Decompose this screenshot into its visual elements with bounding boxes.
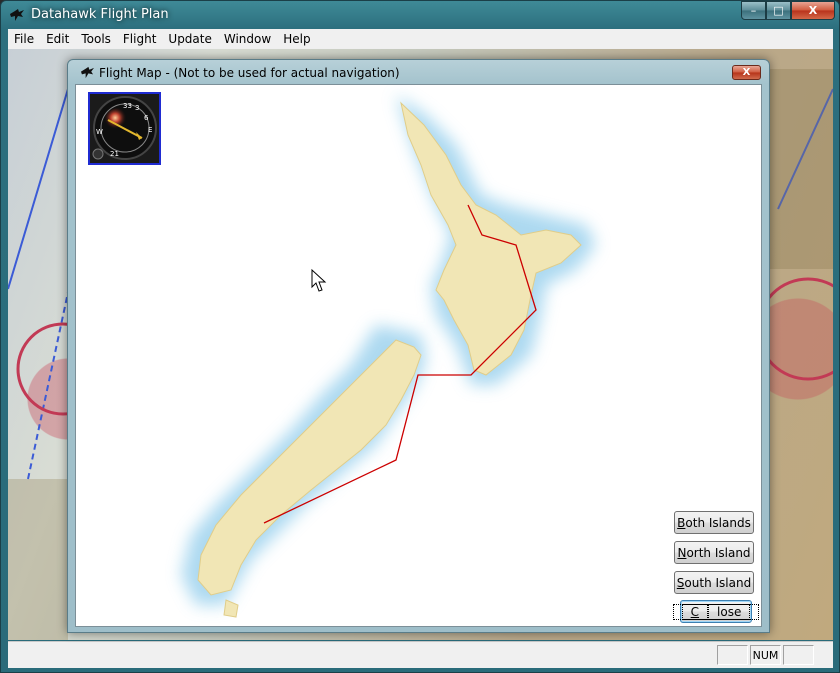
maximize-icon: □: [773, 4, 784, 17]
north-island-mnemonic: N: [677, 545, 687, 560]
compass-mark-21: 21: [110, 150, 119, 158]
status-pane-1: [717, 645, 748, 665]
title-bar[interactable]: Datahawk Flight Plan – □ X: [1, 1, 839, 29]
hawk-icon: [10, 9, 24, 21]
south-island-mnemonic: S: [676, 575, 685, 590]
new-zealand-map: [181, 95, 596, 618]
north-island-label: orth Island: [686, 545, 751, 560]
flight-map-dialog: Flight Map - (Not to be used for actual …: [67, 59, 770, 633]
compass-mark-6: 6: [144, 114, 149, 122]
north-island-land: [400, 101, 582, 376]
menu-flight[interactable]: Flight: [117, 32, 163, 46]
south-island-land: [197, 339, 422, 596]
menu-bar: File Edit Tools Flight Update Window Hel…: [8, 29, 833, 49]
app-window: Datahawk Flight Plan – □ X File Edit Too…: [0, 0, 840, 673]
close-mnemonic: C: [681, 603, 709, 620]
close-button[interactable]: Close: [672, 600, 760, 623]
menu-window[interactable]: Window: [218, 32, 277, 46]
south-island-label: outh Island: [684, 575, 752, 590]
close-icon: X: [808, 4, 818, 17]
window-controls: – □ X: [741, 1, 835, 21]
close-window-button[interactable]: X: [791, 1, 835, 20]
compass-mark-3: 3: [135, 104, 139, 112]
arrow-cursor-icon: [311, 268, 327, 292]
both-islands-mnemonic: B: [677, 515, 686, 530]
menu-update[interactable]: Update: [162, 32, 217, 46]
south-island-button[interactable]: South Island: [674, 571, 754, 594]
app-title: Datahawk Flight Plan: [31, 7, 169, 22]
both-islands-label: oth Islands: [685, 515, 751, 530]
close-label: lose: [708, 603, 751, 620]
close-button-focus: Close: [672, 603, 760, 620]
close-icon: X: [742, 67, 751, 78]
minimize-button[interactable]: –: [741, 1, 766, 20]
compass-mark-w: W: [96, 128, 103, 136]
compass-mark-e: E: [148, 126, 152, 134]
north-island-button[interactable]: North Island: [674, 541, 754, 564]
stewart-island-land: [223, 599, 239, 618]
heading-indicator-icon: 33 3 6 E 21 W: [92, 96, 157, 160]
map-canvas[interactable]: 33 3 6 E 21 W Both Islands North Island …: [75, 84, 762, 627]
menu-help[interactable]: Help: [277, 32, 316, 46]
maximize-button[interactable]: □: [766, 1, 791, 20]
menu-edit[interactable]: Edit: [40, 32, 75, 46]
compass-mark-33: 33: [123, 102, 132, 110]
both-islands-button[interactable]: Both Islands: [674, 511, 754, 534]
status-bar: NUM: [8, 641, 833, 668]
compass-instrument: 33 3 6 E 21 W: [88, 92, 161, 165]
menu-file[interactable]: File: [8, 32, 40, 46]
dialog-close-button[interactable]: X: [732, 65, 761, 80]
status-pane-3: [783, 645, 814, 665]
dialog-title: Flight Map - (Not to be used for actual …: [99, 66, 400, 80]
hawk-icon: [81, 66, 94, 79]
status-pane-num: NUM: [750, 645, 781, 665]
minimize-icon: –: [750, 4, 757, 17]
menu-tools[interactable]: Tools: [75, 32, 117, 46]
